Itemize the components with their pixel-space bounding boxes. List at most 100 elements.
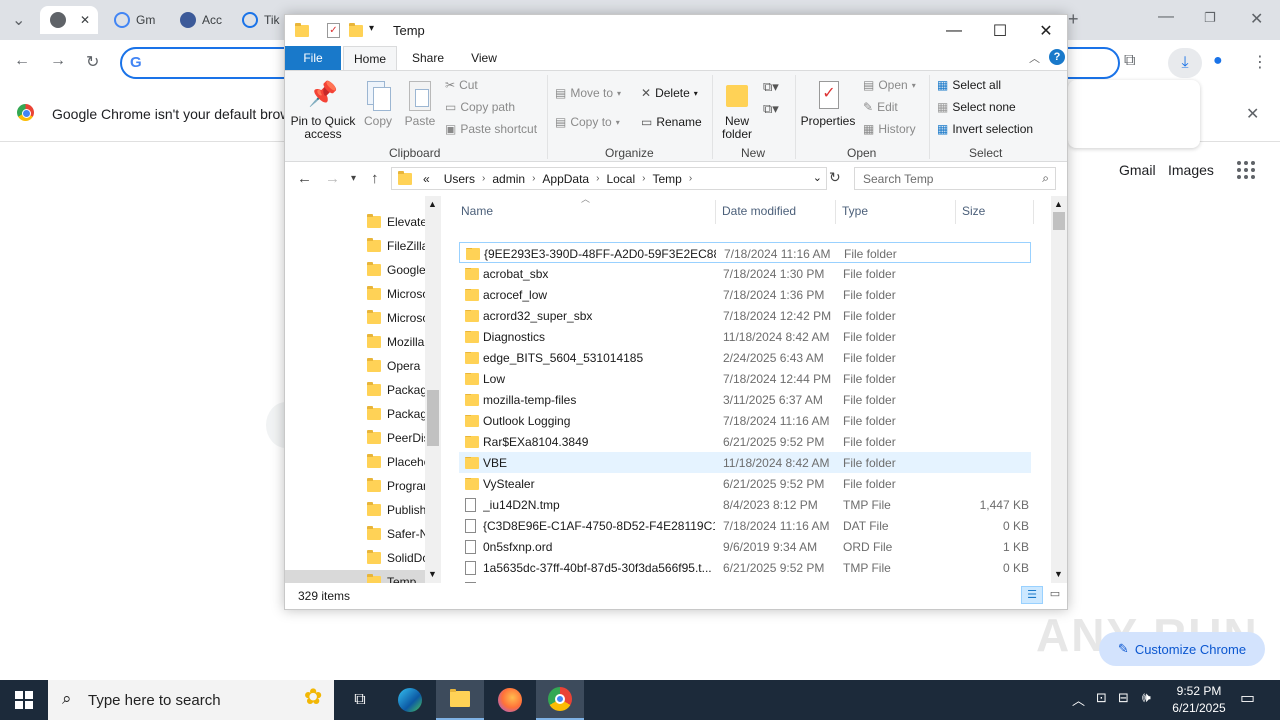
file-list-scrollbar[interactable]: ▲ ▼ [1051, 196, 1067, 583]
copy-path-button[interactable]: ▭ Copy path [445, 100, 515, 114]
column-divider[interactable] [1033, 200, 1034, 224]
new-folder-quick-icon[interactable] [349, 23, 363, 37]
properties-quick-icon[interactable]: ✓ [327, 23, 340, 38]
minimize-icon[interactable]: — [931, 15, 977, 46]
tab-view[interactable]: View [459, 46, 509, 70]
tab-share[interactable]: Share [403, 46, 453, 70]
back-icon[interactable]: ← [297, 170, 312, 187]
file-row[interactable]: _iu14D2N.tmp 8/4/2023 8:12 PM TMP File 1,44… [459, 494, 1031, 515]
infobar-close-icon[interactable]: ✕ [1246, 104, 1259, 124]
file-row[interactable]: acrord32_super_sbx 7/18/2024 12:42 PM File… [459, 305, 1031, 326]
network-icon[interactable]: ⊡ [1096, 690, 1107, 706]
breadcrumb-local[interactable]: Local [599, 172, 642, 186]
file-explorer-taskbar-button[interactable] [436, 680, 484, 720]
refresh-icon[interactable]: ↻ [829, 169, 841, 186]
breadcrumb-admin[interactable]: admin [485, 172, 532, 186]
profile-icon[interactable]: ● [1213, 52, 1223, 70]
nav-item[interactable]: Packag [285, 378, 425, 402]
details-view-icon[interactable]: ☰ [1021, 586, 1043, 604]
file-row[interactable]: VyStealer 6/21/2025 9:52 PM File folder [459, 473, 1031, 494]
nav-item[interactable]: Microso [285, 306, 425, 330]
nav-item[interactable]: Safer-N [285, 522, 425, 546]
breadcrumb-overflow[interactable]: « [416, 172, 437, 186]
nav-item[interactable]: FileZilla [285, 234, 425, 258]
scroll-up-icon[interactable]: ▲ [428, 199, 437, 209]
tab-tiktok[interactable]: Tik [232, 6, 284, 34]
google-apps-icon[interactable] [1237, 161, 1255, 179]
file-row[interactable]: edge_BITS_5604_531014185 2/24/2025 6:43 A… [459, 347, 1031, 368]
paste-shortcut-button[interactable]: ▣ Paste shortcut [445, 122, 537, 136]
nav-item[interactable]: Packag [285, 402, 425, 426]
file-row[interactable]: mozilla-temp-files 3/11/2025 6:37 AM File … [459, 389, 1031, 410]
column-divider[interactable] [955, 200, 956, 224]
reload-icon[interactable]: ↻ [86, 52, 99, 72]
new-folder-button[interactable]: New folder [717, 79, 757, 141]
column-header-date[interactable]: Date modified [722, 204, 796, 218]
file-row[interactable]: 1a5635dc-37ff-40bf-87d5-30f3da566f95.t..… [459, 557, 1031, 578]
tab-home[interactable]: Home [343, 46, 397, 70]
nav-item[interactable]: Opera [285, 354, 425, 378]
close-icon[interactable]: ✕ [1023, 15, 1069, 46]
nav-scroll-thumb[interactable] [427, 390, 439, 446]
paste-button[interactable]: Paste [399, 79, 441, 128]
history-button[interactable]: ▦ History [863, 122, 916, 136]
address-field[interactable]: « Users › admin › AppData › Local › Temp › ⌄ [391, 167, 827, 190]
column-divider[interactable] [835, 200, 836, 224]
up-icon[interactable]: ↑ [371, 170, 379, 187]
restore-icon[interactable]: ❐ [1204, 10, 1216, 26]
nav-item[interactable]: Google [285, 258, 425, 282]
nav-item[interactable]: SolidDo [285, 546, 425, 570]
column-header-size[interactable]: Size [962, 204, 985, 218]
forward-icon[interactable]: → [50, 52, 66, 70]
recent-locations-icon[interactable]: ▾ [351, 173, 356, 184]
properties-button[interactable]: ✓ Properties [799, 79, 857, 128]
nav-item[interactable]: Placeho [285, 450, 425, 474]
quick-access-dropdown-icon[interactable]: ▾ [369, 23, 374, 34]
firefox-taskbar-button[interactable] [486, 680, 534, 720]
breadcrumb-users[interactable]: Users [437, 172, 482, 186]
tab-active[interactable]: ✕ [40, 6, 98, 34]
new-item-icon[interactable]: ⧉▾ [763, 79, 779, 95]
minimize-icon[interactable]: — [1158, 8, 1174, 26]
tab-close-icon[interactable]: ✕ [80, 13, 90, 27]
invert-selection-button[interactable]: ▦ Invert selection [937, 122, 1033, 136]
tab-file[interactable]: File [285, 46, 341, 70]
open-button[interactable]: ▤ Open ▾ [863, 78, 916, 92]
gmail-link[interactable]: Gmail [1119, 162, 1156, 178]
file-row[interactable]: Diagnostics 11/18/2024 8:42 AM File folder [459, 326, 1031, 347]
nav-item[interactable]: Mozilla [285, 330, 425, 354]
notifications-icon[interactable]: ▭ [1240, 688, 1255, 708]
system-clock[interactable]: 9:52 PM 6/21/2025 [1160, 683, 1238, 717]
show-hidden-icons[interactable]: ︿ [1072, 690, 1085, 709]
column-divider[interactable] [715, 200, 716, 224]
start-button[interactable] [0, 680, 48, 720]
breadcrumb-appdata[interactable]: AppData [535, 172, 596, 186]
tab-account[interactable]: Acc [170, 6, 230, 34]
file-row[interactable]: {C3D8E96E-C1AF-4750-8D52-F4E28119C1... 7/… [459, 515, 1031, 536]
task-view-button[interactable]: ⧉ [336, 680, 384, 720]
copy-button[interactable]: Copy [359, 79, 397, 128]
forward-icon[interactable]: → [325, 170, 340, 187]
volume-icon[interactable]: 🕪 [1142, 689, 1151, 706]
file-row[interactable]: acrobat_sbx 7/18/2024 1:30 PM File folder [459, 263, 1031, 284]
easy-access-icon[interactable]: ⧉▾ [763, 101, 779, 117]
large-icons-view-icon[interactable]: ▭ [1045, 586, 1065, 604]
file-row[interactable]: Rar$EXa8104.3849 6/21/2025 9:52 PM File fo… [459, 431, 1031, 452]
edit-button[interactable]: ✎ Edit [863, 100, 898, 114]
close-icon[interactable]: ✕ [1250, 9, 1263, 29]
wifi-icon[interactable]: ⊟ [1118, 690, 1129, 706]
download-icon[interactable]: ⤓ [1168, 48, 1202, 78]
extensions-icon[interactable]: ⧉ [1124, 52, 1135, 70]
column-header-name[interactable]: Name [461, 204, 493, 218]
pin-quick-access-button[interactable]: 📌 Pin to Quick access [289, 79, 357, 141]
file-row[interactable]: 0n5sfxnp.ord 9/6/2019 9:34 AM ORD File 1 KB [459, 536, 1031, 557]
rename-button[interactable]: ▭ Rename [641, 115, 702, 129]
back-icon[interactable]: ← [14, 52, 30, 70]
file-row[interactable]: Outlook Logging 7/18/2024 11:16 AM File fo… [459, 410, 1031, 431]
chrome-taskbar-button[interactable] [536, 680, 584, 720]
address-dropdown-icon[interactable]: ⌄ [813, 171, 822, 184]
scroll-down-icon[interactable]: ▼ [1054, 569, 1063, 579]
menu-icon[interactable]: ⋮ [1252, 52, 1268, 72]
file-row[interactable]: {9EE293E3-390D-48FF-A2D0-59F3E2EC88... 7/… [459, 242, 1031, 263]
scroll-up-icon[interactable]: ▲ [1054, 199, 1063, 209]
